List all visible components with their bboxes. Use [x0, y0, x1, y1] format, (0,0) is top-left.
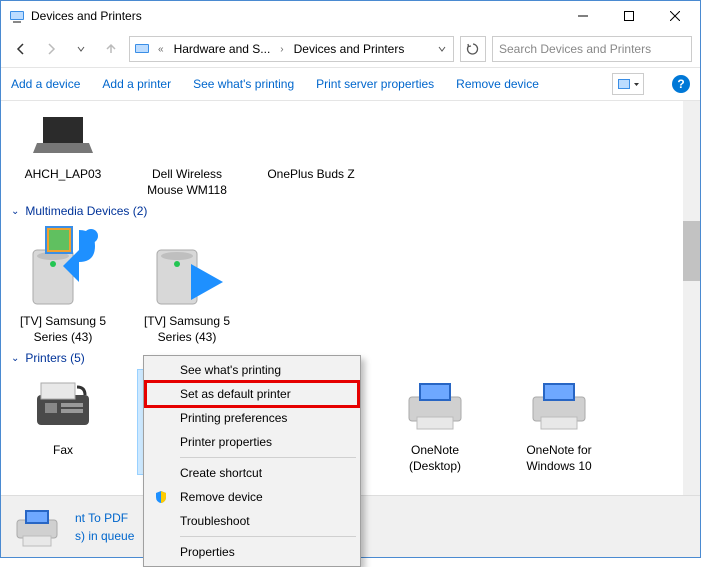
help-button[interactable]: ? — [672, 75, 690, 93]
breadcrumb-hardware[interactable]: Hardware and S... — [172, 42, 273, 56]
device-label: Dell Wireless Mouse WM118 — [137, 167, 237, 198]
printer-item-onenote-w10[interactable]: OneNote for Windows 10 — [509, 369, 609, 474]
device-label: OnePlus Buds Z — [261, 167, 361, 183]
menu-see-printing[interactable]: See what's printing — [146, 358, 358, 382]
device-item[interactable]: Dell Wireless Mouse WM118 — [137, 105, 237, 198]
printer-icon — [509, 369, 609, 441]
details-text: nt To PDF s) in queue — [75, 509, 134, 545]
menu-printing-prefs[interactable]: Printing preferences — [146, 406, 358, 430]
shield-icon — [152, 488, 170, 506]
address-dropdown[interactable] — [433, 44, 451, 54]
forward-button[interactable] — [39, 37, 63, 61]
device-item[interactable]: OnePlus Buds Z — [261, 105, 361, 198]
titlebar: Devices and Printers — [1, 1, 700, 31]
scrollbar[interactable] — [683, 101, 700, 497]
group-label: Multimedia Devices (2) — [25, 204, 147, 218]
multimedia-row: [TV] Samsung 5 Series (43) [TV] Samsung … — [1, 222, 700, 345]
address-bar[interactable]: « Hardware and S... › Devices and Printe… — [129, 36, 454, 62]
server-props-button[interactable]: Print server properties — [316, 77, 434, 91]
printer-label: OneNote for Windows 10 — [509, 443, 609, 474]
device-label: [TV] Samsung 5 Series (43) — [137, 314, 237, 345]
remove-device-button[interactable]: Remove device — [456, 77, 539, 91]
media-renderer-icon — [137, 222, 237, 312]
navigation-row: « Hardware and S... › Devices and Printe… — [1, 31, 700, 67]
menu-set-default[interactable]: Set as default printer — [146, 382, 358, 406]
breadcrumb-devices[interactable]: Devices and Printers — [292, 42, 407, 56]
group-header-multimedia[interactable]: ⌄ Multimedia Devices (2) — [1, 198, 700, 222]
details-name[interactable]: nt To PDF — [75, 511, 128, 525]
chevron-down-icon: ⌄ — [11, 353, 19, 364]
group-label: Printers (5) — [25, 351, 84, 365]
menu-separator — [180, 536, 356, 537]
add-printer-button[interactable]: Add a printer — [102, 77, 171, 91]
menu-remove-device[interactable]: Remove device — [146, 485, 358, 509]
add-device-button[interactable]: Add a device — [11, 77, 80, 91]
device-item[interactable]: [TV] Samsung 5 Series (43) — [13, 222, 113, 345]
see-printing-button[interactable]: See what's printing — [193, 77, 294, 91]
chevron-down-icon: ⌄ — [11, 206, 19, 217]
window-icon — [9, 8, 25, 24]
refresh-button[interactable] — [460, 36, 486, 62]
minimize-button[interactable] — [560, 1, 606, 31]
recent-dropdown[interactable] — [69, 37, 93, 61]
close-button[interactable] — [652, 1, 698, 31]
printer-label: Fax — [13, 443, 113, 459]
devices-row: AHCH_LAP03 Dell Wireless Mouse WM118 One… — [1, 105, 700, 198]
device-label: [TV] Samsung 5 Series (43) — [13, 314, 113, 345]
details-printer-icon — [13, 506, 61, 548]
back-button[interactable] — [9, 37, 33, 61]
media-server-icon — [13, 222, 113, 312]
menu-separator — [180, 457, 356, 458]
maximize-button[interactable] — [606, 1, 652, 31]
search-input[interactable]: Search Devices and Printers — [492, 36, 692, 62]
device-label: AHCH_LAP03 — [13, 167, 113, 183]
window-title: Devices and Printers — [31, 9, 560, 23]
menu-troubleshoot[interactable]: Troubleshoot — [146, 509, 358, 533]
up-button[interactable] — [99, 37, 123, 61]
search-placeholder: Search Devices and Printers — [499, 42, 651, 56]
earbuds-icon — [261, 105, 361, 165]
device-item[interactable]: AHCH_LAP03 — [13, 105, 113, 198]
printer-label: OneNote (Desktop) — [385, 443, 485, 474]
printer-item-fax[interactable]: Fax — [13, 369, 113, 474]
laptop-icon — [13, 105, 113, 165]
device-item[interactable]: [TV] Samsung 5 Series (43) — [137, 222, 237, 345]
menu-printer-props[interactable]: Printer properties — [146, 430, 358, 454]
chevron-right-icon[interactable]: › — [276, 44, 287, 55]
menu-properties[interactable]: Properties — [146, 540, 358, 564]
menu-create-shortcut[interactable]: Create shortcut — [146, 461, 358, 485]
chevron-right-icon[interactable]: « — [154, 44, 168, 55]
control-panel-icon — [134, 41, 150, 57]
context-menu: See what's printing Set as default print… — [143, 355, 361, 567]
mouse-icon — [137, 105, 237, 165]
scrollbar-thumb[interactable] — [683, 221, 700, 281]
printer-item-onenote-desktop[interactable]: OneNote (Desktop) — [385, 369, 485, 474]
command-bar: Add a device Add a printer See what's pr… — [1, 67, 700, 101]
fax-icon — [13, 369, 113, 441]
printer-icon — [385, 369, 485, 441]
details-queue[interactable]: s) in queue — [75, 529, 134, 543]
view-options-button[interactable] — [612, 73, 644, 95]
